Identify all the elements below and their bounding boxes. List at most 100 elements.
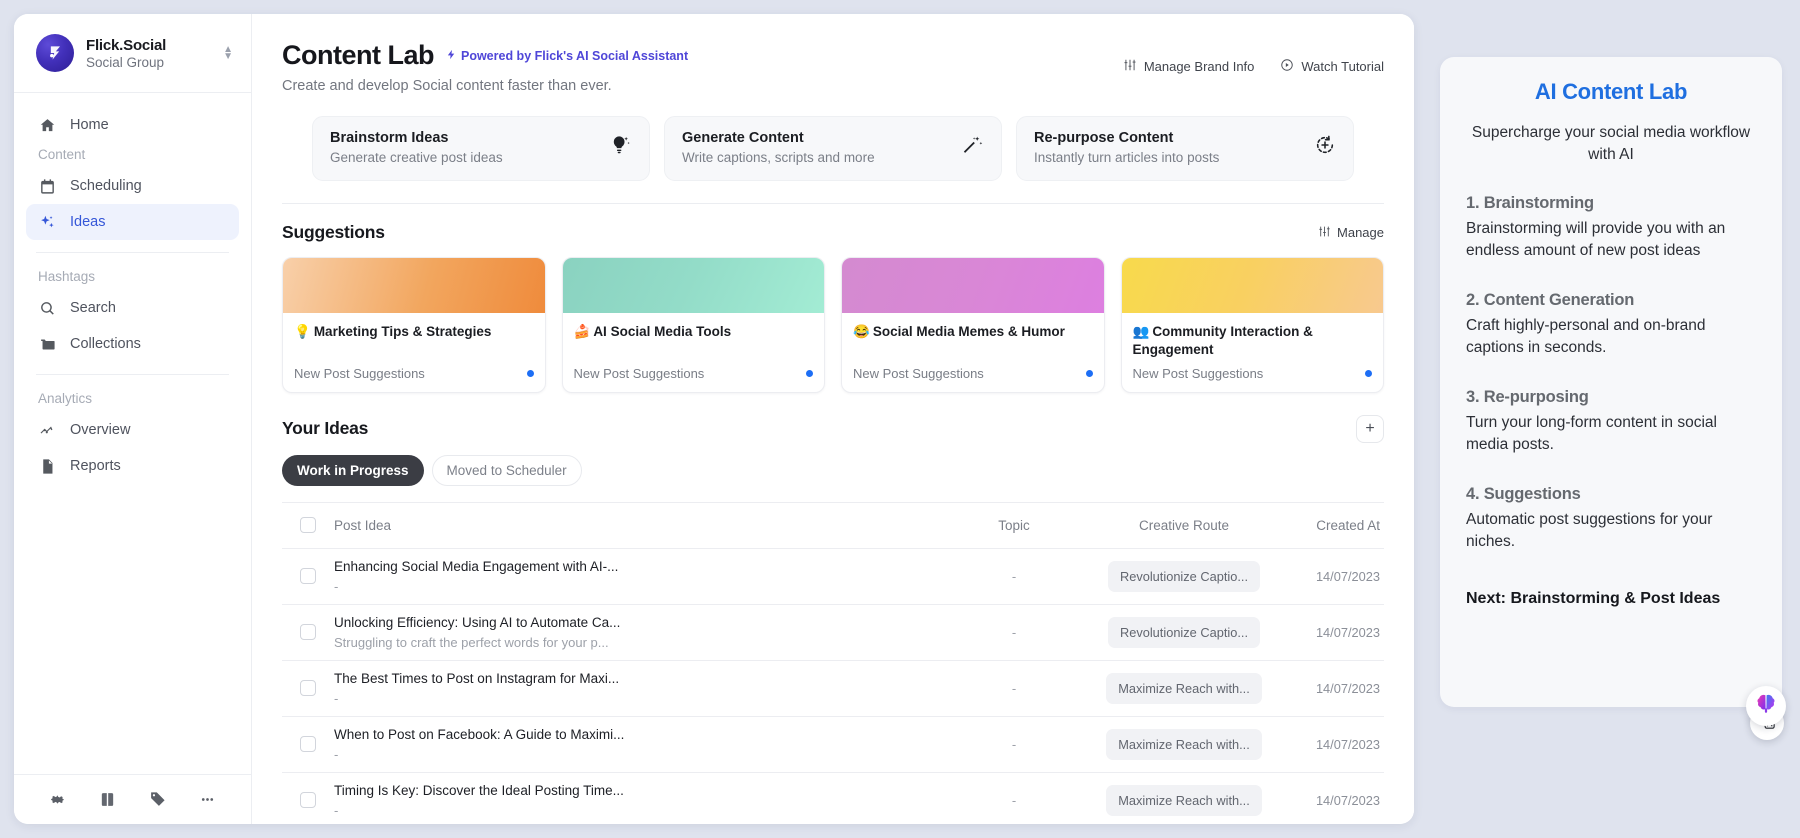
help-step-body: Turn your long-form content in social me…	[1466, 412, 1756, 457]
sidebar-item-overview[interactable]: Overview	[26, 412, 239, 448]
creative-route-chip: Maximize Reach with...	[1106, 729, 1262, 760]
cell-creative-route: Maximize Reach with...	[1094, 729, 1274, 760]
chevron-updown-icon[interactable]: ▲▼	[223, 46, 233, 61]
sidebar-item-reports[interactable]: Reports	[26, 448, 239, 484]
add-idea-button[interactable]: +	[1356, 415, 1384, 443]
table-row[interactable]: Unlocking Efficiency: Using AI to Automa…	[282, 605, 1384, 661]
row-checkbox[interactable]	[300, 568, 316, 584]
creative-route-chip: Maximize Reach with...	[1106, 673, 1262, 704]
creative-route-chip: Maximize Reach with...	[1106, 785, 1262, 816]
tab-work-in-progress[interactable]: Work in Progress	[282, 455, 424, 486]
cell-post-idea: Enhancing Social Media Engagement with A…	[334, 558, 934, 595]
workspace-switcher[interactable]: Flick.Social Social Group ▲▼	[14, 14, 251, 93]
sidebar-item-label: Collections	[70, 336, 141, 352]
watch-tutorial-label: Watch Tutorial	[1301, 59, 1384, 74]
suggestion-banner	[1122, 258, 1384, 313]
tag-icon[interactable]	[133, 791, 183, 808]
sidebar-nav: Home Content Scheduling Ideas Hashtags	[14, 93, 251, 774]
app-window: Flick.Social Social Group ▲▼ Home Conten…	[14, 14, 1414, 824]
lightbulb-sparkle-icon	[610, 134, 632, 161]
row-select-cell	[282, 792, 334, 808]
page-subtitle: Create and develop Social content faster…	[282, 78, 1384, 94]
cell-creative-route: Maximize Reach with...	[1094, 785, 1274, 816]
creative-route-chip: Revolutionize Captio...	[1108, 561, 1260, 592]
page-header: Content Lab Powered by Flick's AI Social…	[252, 14, 1414, 204]
tab-moved-to-scheduler[interactable]: Moved to Scheduler	[432, 455, 582, 486]
table-row[interactable]: The Best Times to Post on Instagram for …	[282, 661, 1384, 717]
select-all-checkbox[interactable]	[300, 517, 316, 533]
sidebar-item-collections[interactable]: Collections	[26, 326, 239, 362]
cell-topic: -	[934, 681, 1094, 696]
idea-subtitle: Struggling to craft the perfect words fo…	[334, 635, 914, 651]
sidebar-item-label: Scheduling	[70, 178, 142, 194]
suggestion-card[interactable]: 💡Marketing Tips & Strategies New Post Su…	[282, 257, 546, 393]
select-all-cell	[282, 517, 334, 533]
suggestion-title: 💡Marketing Tips & Strategies	[294, 323, 534, 341]
unread-dot-indicator	[1086, 370, 1093, 377]
table-row[interactable]: Enhancing Social Media Engagement with A…	[282, 549, 1384, 605]
sidebar-item-search[interactable]: Search	[26, 290, 239, 326]
refresh-plus-icon	[1314, 134, 1336, 161]
help-panel-next-label: Next: Brainstorming & Post Ideas	[1466, 590, 1756, 608]
suggestions-manage-button[interactable]: Manage	[1318, 225, 1384, 241]
row-checkbox[interactable]	[300, 736, 316, 752]
sidebar-item-home[interactable]: Home	[26, 107, 239, 143]
book-icon[interactable]	[82, 791, 132, 808]
gear-icon[interactable]	[32, 791, 82, 808]
suggestion-banner	[563, 258, 825, 313]
sidebar-divider-2	[36, 374, 229, 375]
manage-brand-info-button[interactable]: Manage Brand Info	[1123, 58, 1255, 75]
help-step-suggestions: 4. Suggestions Automatic post suggestion…	[1466, 485, 1756, 554]
ellipsis-icon[interactable]	[183, 791, 233, 808]
row-select-cell	[282, 736, 334, 752]
unread-dot-indicator	[1365, 370, 1372, 377]
your-ideas-header: Your Ideas +	[282, 393, 1384, 443]
help-step-body: Craft highly-personal and on-brand capti…	[1466, 315, 1756, 360]
cell-created-at: 14/07/2023	[1274, 793, 1384, 808]
cell-created-at: 14/07/2023	[1274, 681, 1384, 696]
cell-topic: -	[934, 793, 1094, 808]
watch-tutorial-button[interactable]: Watch Tutorial	[1280, 58, 1384, 75]
brainstorm-ideas-card[interactable]: Brainstorm Ideas Generate creative post …	[312, 116, 650, 181]
cell-created-at: 14/07/2023	[1274, 737, 1384, 752]
generate-content-card[interactable]: Generate Content Write captions, scripts…	[664, 116, 1002, 181]
magic-wand-icon	[962, 134, 984, 161]
suggestion-card[interactable]: 🍰AI Social Media Tools New Post Suggesti…	[562, 257, 826, 393]
folder-icon	[38, 335, 56, 353]
suggestion-title: 👥Community Interaction & Engagement	[1133, 323, 1373, 359]
lightning-icon	[446, 48, 457, 64]
help-step-body: Brainstorming will provide you with an e…	[1466, 218, 1756, 263]
repurpose-content-card[interactable]: Re-purpose Content Instantly turn articl…	[1016, 116, 1354, 181]
page-title: Content Lab	[282, 40, 434, 71]
suggestion-title-text: AI Social Media Tools	[593, 324, 731, 339]
cell-post-idea: Unlocking Efficiency: Using AI to Automa…	[334, 614, 934, 651]
idea-subtitle: -	[334, 747, 914, 763]
main-content: Content Lab Powered by Flick's AI Social…	[252, 14, 1414, 824]
table-row[interactable]: When to Post on Facebook: A Guide to Max…	[282, 717, 1384, 773]
row-checkbox[interactable]	[300, 624, 316, 640]
suggestion-emoji: 💡	[294, 324, 311, 339]
sidebar-group-title-hashtags: Hashtags	[26, 265, 239, 290]
suggestion-card[interactable]: 👥Community Interaction & Engagement New …	[1121, 257, 1385, 393]
sidebar-item-label: Overview	[70, 422, 130, 438]
idea-title: Unlocking Efficiency: Using AI to Automa…	[334, 614, 914, 632]
content-scroll-area[interactable]: Suggestions Manage 💡Marketing Tips & Str…	[252, 204, 1414, 824]
your-ideas-heading: Your Ideas	[282, 418, 368, 439]
cell-post-idea: When to Post on Facebook: A Guide to Max…	[334, 726, 934, 763]
row-checkbox[interactable]	[300, 792, 316, 808]
suggestion-card[interactable]: 😂Social Media Memes & Humor New Post Sug…	[841, 257, 1105, 393]
sidebar-item-ideas[interactable]: Ideas	[26, 204, 239, 240]
suggestion-title: 🍰AI Social Media Tools	[574, 323, 814, 341]
idea-subtitle: -	[334, 579, 914, 595]
cell-topic: -	[934, 625, 1094, 640]
sliders-icon	[1318, 225, 1331, 241]
workspace-name: Flick.Social	[86, 37, 211, 54]
ai-brain-fab[interactable]	[1746, 686, 1786, 726]
manage-brand-info-label: Manage Brand Info	[1144, 59, 1255, 74]
sidebar-item-scheduling[interactable]: Scheduling	[26, 168, 239, 204]
row-checkbox[interactable]	[300, 680, 316, 696]
suggestion-banner	[283, 258, 545, 313]
cell-post-idea: The Best Times to Post on Instagram for …	[334, 670, 934, 707]
help-step-title: 3. Re-purposing	[1466, 388, 1756, 407]
table-row[interactable]: Timing Is Key: Discover the Ideal Postin…	[282, 773, 1384, 824]
